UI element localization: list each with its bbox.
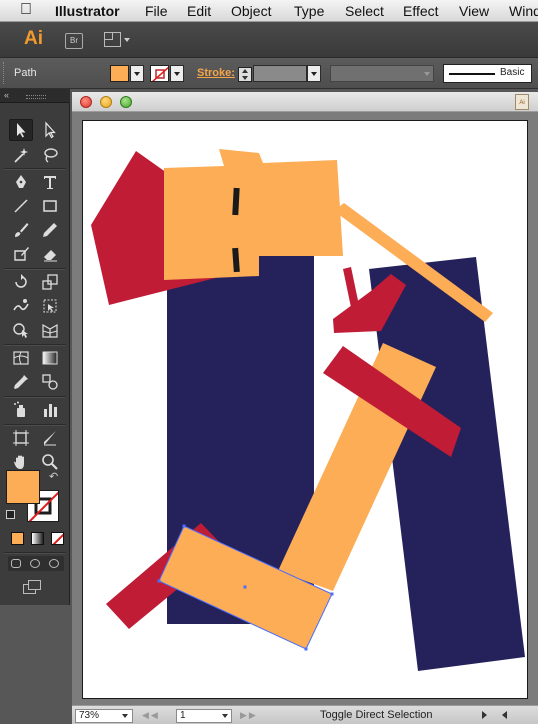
draw-mode-buttons [8, 556, 64, 571]
brush-definition[interactable]: Basic [443, 64, 532, 83]
stroke-dropdown[interactable] [170, 65, 184, 82]
menu-effect[interactable]: Effect [403, 3, 439, 19]
document-window: Ai 73% ◀◀ 1 ▶▶ Toggle Direct Selection [72, 92, 538, 724]
artboard[interactable] [82, 120, 528, 699]
anchor-point[interactable] [182, 524, 186, 528]
arrange-documents-icon[interactable] [104, 32, 121, 47]
pen-tool-icon[interactable] [9, 171, 33, 193]
scroll-left-icon[interactable] [502, 711, 507, 719]
mesh-tool-icon[interactable] [9, 347, 33, 369]
magic-wand-tool-icon[interactable] [9, 144, 33, 166]
mac-menu-bar:  Illustrator File Edit Object Type Sele… [0, 0, 538, 22]
draw-normal-icon[interactable] [11, 559, 21, 568]
control-bar: Path Stroke: Basic [0, 58, 538, 89]
stroke-weight-dropdown[interactable] [307, 65, 321, 82]
line-tool-icon[interactable] [9, 195, 33, 217]
status-menu-arrow-icon[interactable] [482, 711, 487, 719]
artwork [91, 149, 525, 671]
artboard-dropdown-icon[interactable] [222, 714, 228, 718]
menu-type[interactable]: Type [294, 3, 324, 19]
status-text: Toggle Direct Selection [320, 709, 433, 721]
scale-tool-icon[interactable] [38, 271, 62, 293]
eyedropper-tool-icon[interactable] [9, 371, 33, 393]
screen-mode-icon[interactable] [23, 580, 45, 595]
variable-width-profile[interactable] [330, 65, 434, 82]
free-transform-tool-icon[interactable] [38, 295, 62, 317]
direct-selection-tool-icon[interactable] [38, 119, 62, 141]
default-fill-stroke-icon[interactable] [6, 510, 15, 519]
zoom-window-button[interactable] [120, 96, 132, 108]
blob-brush-tool-icon[interactable] [9, 243, 33, 265]
symbol-sprayer-tool-icon[interactable] [9, 399, 33, 421]
stroke-swatch[interactable] [150, 65, 169, 82]
center-point[interactable] [243, 585, 247, 589]
paintbrush-tool-icon[interactable] [9, 219, 33, 241]
stroke-weight-stepper[interactable] [238, 67, 252, 82]
close-window-button[interactable] [80, 96, 92, 108]
menu-view[interactable]: View [459, 3, 489, 19]
grip-handle[interactable] [3, 62, 7, 84]
stroke-weight-field[interactable] [253, 65, 307, 82]
tools-panel-header[interactable]: « [0, 89, 70, 103]
fill-color-box[interactable] [6, 470, 40, 504]
application-bar: Ai Br [0, 22, 538, 58]
perspective-grid-tool-icon[interactable] [38, 319, 62, 341]
fill-dropdown[interactable] [130, 65, 144, 82]
zoom-dropdown-icon[interactable] [122, 714, 128, 718]
grip-handle[interactable] [26, 95, 46, 99]
swap-fill-stroke-icon[interactable]: ↶ [49, 470, 58, 483]
color-mode-button[interactable] [11, 532, 24, 545]
artboard-tool-icon[interactable] [9, 427, 33, 449]
stroke-label[interactable]: Stroke: [197, 67, 235, 79]
gradient-mode-button[interactable] [31, 532, 44, 545]
none-mode-button[interactable] [51, 532, 64, 545]
selection-type-label: Path [14, 67, 37, 79]
bridge-button[interactable]: Br [65, 33, 83, 49]
menu-file[interactable]: File [145, 3, 168, 19]
collapse-panel-icon[interactable]: « [4, 90, 9, 100]
pencil-tool-icon[interactable] [38, 219, 62, 241]
navy-leg-right[interactable] [369, 257, 525, 671]
menu-select[interactable]: Select [345, 3, 384, 19]
document-title-bar: Ai [72, 92, 538, 112]
status-bar: 73% ◀◀ 1 ▶▶ Toggle Direct Selection [72, 705, 538, 724]
anchor-point[interactable] [157, 579, 161, 583]
slice-tool-icon[interactable] [38, 427, 62, 449]
lasso-tool-icon[interactable] [38, 144, 62, 166]
shape-builder-tool-icon[interactable] [9, 319, 33, 341]
draw-inside-icon[interactable] [49, 559, 59, 568]
rectangle-tool-icon[interactable] [38, 195, 62, 217]
fill-swatch[interactable] [110, 65, 129, 82]
gradient-tool-icon[interactable] [38, 347, 62, 369]
warp-tool-icon[interactable] [9, 295, 33, 317]
eraser-tool-icon[interactable] [38, 243, 62, 265]
illustrator-logo: Ai [24, 28, 43, 49]
type-tool-icon[interactable] [38, 171, 62, 193]
document-icon[interactable]: Ai [515, 94, 529, 110]
selection-tool-icon[interactable] [9, 119, 33, 141]
anchor-point[interactable] [330, 592, 334, 596]
blend-tool-icon[interactable] [38, 371, 62, 393]
menu-edit[interactable]: Edit [187, 3, 211, 19]
orange-head-shape[interactable] [164, 149, 343, 280]
draw-behind-icon[interactable] [30, 559, 40, 568]
chevron-down-icon[interactable] [124, 38, 130, 42]
menu-illustrator[interactable]: Illustrator [55, 3, 120, 19]
next-last-artboard-icons[interactable]: ▶▶ [240, 710, 258, 721]
menu-window[interactable]: Wind [509, 3, 538, 19]
anchor-point[interactable] [304, 647, 308, 651]
menu-object[interactable]: Object [231, 3, 271, 19]
first-prev-artboard-icons[interactable]: ◀◀ [142, 710, 160, 721]
minimize-window-button[interactable] [100, 96, 112, 108]
tools-panel: « ↶ [0, 89, 70, 605]
brush-label: Basic [500, 67, 525, 78]
rotate-tool-icon[interactable] [9, 271, 33, 293]
column-graph-tool-icon[interactable] [38, 399, 62, 421]
apple-logo-icon[interactable]:  [20, 1, 32, 19]
canvas-area[interactable] [72, 112, 538, 705]
